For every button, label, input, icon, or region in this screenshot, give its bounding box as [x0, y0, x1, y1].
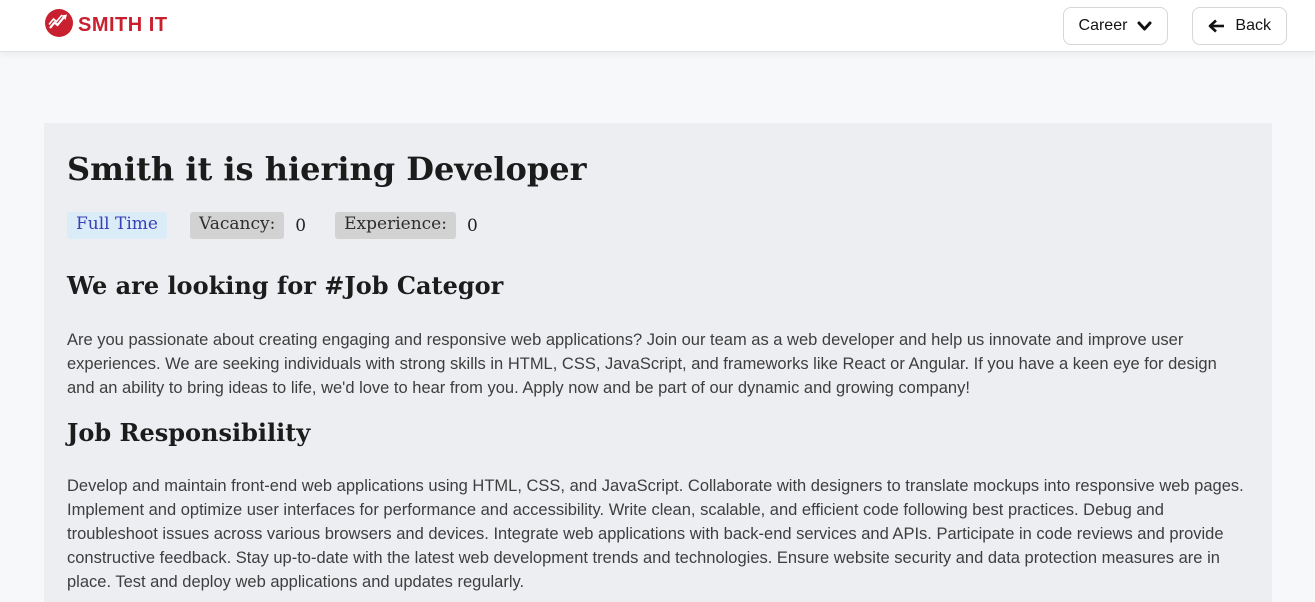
experience-count: 0 [467, 216, 478, 236]
job-responsibility-heading: Job Responsibility [67, 419, 1248, 447]
experience-label-badge: Experience: [335, 212, 456, 239]
vacancy-label-badge: Vacancy: [190, 212, 284, 239]
looking-for-text: Are you passionate about creating engagi… [67, 328, 1248, 400]
arrow-left-icon [1208, 19, 1225, 33]
job-title: Smith it is hiering Developer [67, 150, 1248, 188]
job-meta-badges: Full Time Vacancy: 0 Experience: 0 [67, 212, 1248, 239]
trending-up-circle-icon [44, 8, 74, 43]
back-button[interactable]: Back [1192, 7, 1287, 45]
career-dropdown-button[interactable]: Career [1063, 7, 1169, 45]
job-responsibility-text: Develop and maintain front-end web appli… [67, 474, 1248, 594]
top-navbar: SMITH IT Career Back [0, 0, 1315, 52]
employment-type-badge: Full Time [67, 212, 167, 239]
looking-for-heading: We are looking for #Job Categor [67, 272, 1248, 300]
job-posting-card: Smith it is hiering Developer Full Time … [44, 123, 1272, 602]
brand-logo[interactable]: SMITH IT [44, 8, 168, 43]
chevron-down-icon [1137, 21, 1152, 31]
brand-name: SMITH IT [78, 14, 168, 37]
career-dropdown-label: Career [1079, 17, 1128, 35]
vacancy-count: 0 [295, 216, 306, 236]
navbar-actions: Career Back [1063, 7, 1287, 45]
back-button-label: Back [1235, 17, 1271, 35]
page-content: Smith it is hiering Developer Full Time … [0, 52, 1315, 602]
